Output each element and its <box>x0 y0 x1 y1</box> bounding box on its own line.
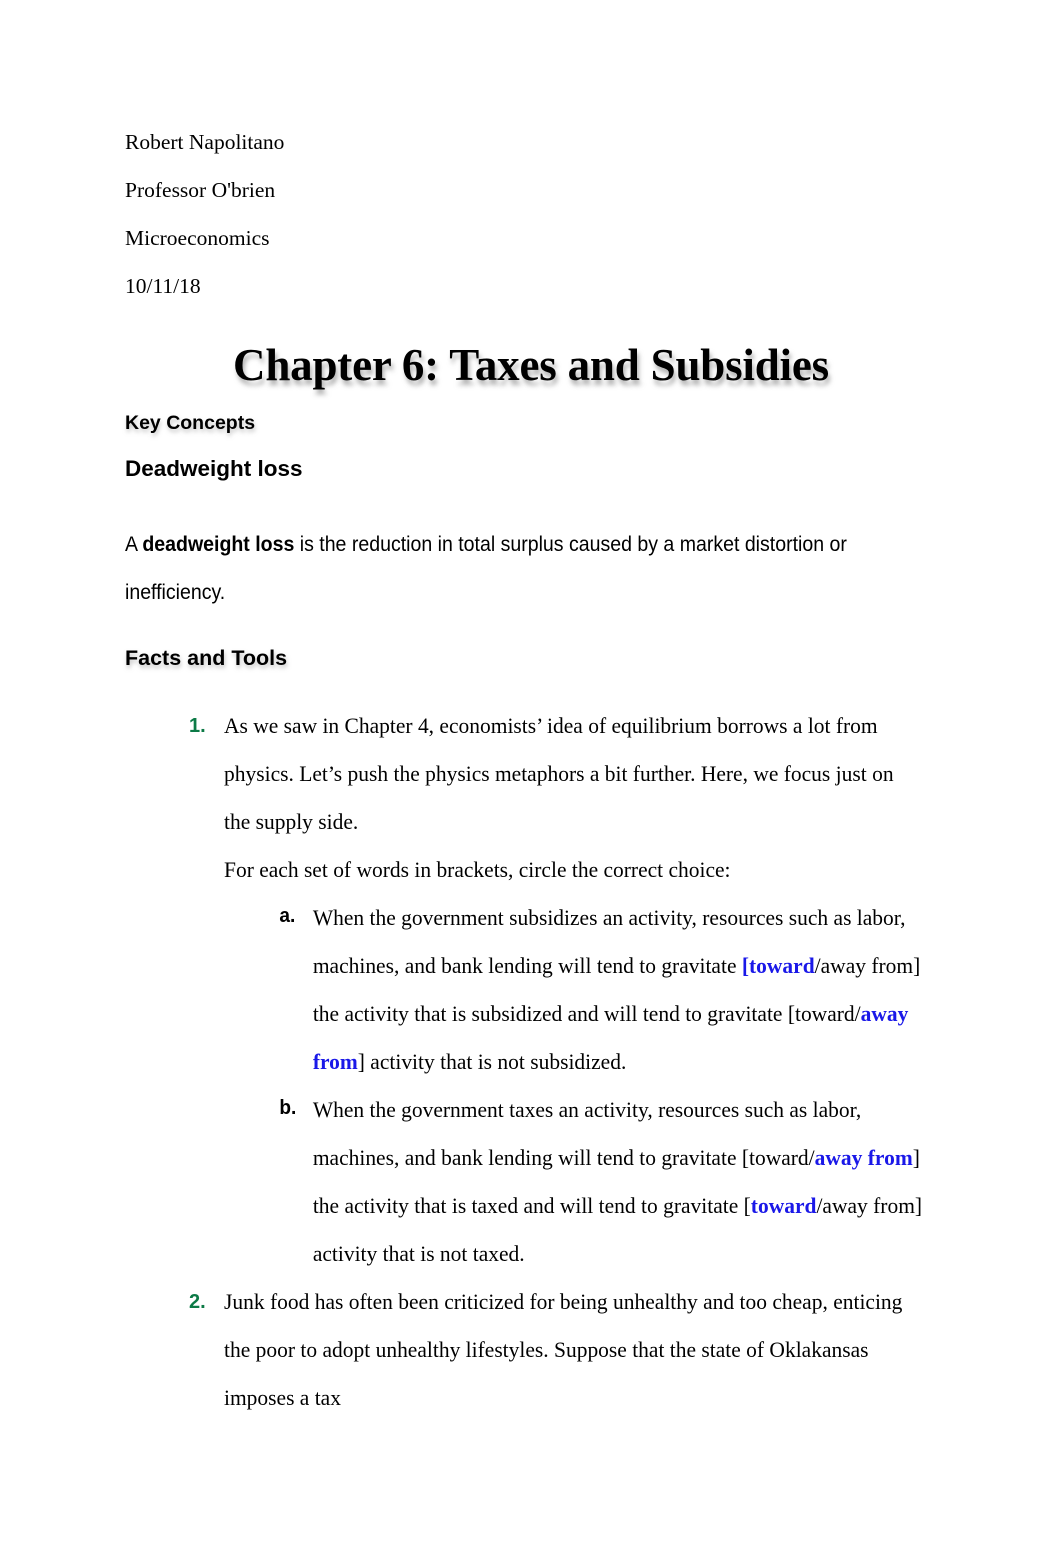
item-1a-segment-3: ] activity that is not subsidized. <box>357 1049 627 1074</box>
section-heading-key-concepts: Key Concepts <box>125 412 256 434</box>
item-1a-answer-toward: [toward <box>741 953 815 978</box>
header-line-date: 10/11/18 <box>125 274 201 298</box>
item-1b-segment-1: When the government taxes an activity, r… <box>312 1097 862 1170</box>
definition-term: deadweight loss <box>142 533 295 556</box>
list-item-1-sublist: a. When the government subsidizes an act… <box>224 894 922 1278</box>
list-item-1a-body: When the government subsidizes an activi… <box>313 894 948 1086</box>
list-item-1a: a. When the government subsidizes an act… <box>224 894 920 1086</box>
list-item-1-paragraph-2: For each set of words in brackets, circl… <box>224 857 731 882</box>
document-page: Robert Napolitano Professor O'brien Micr… <box>0 0 1062 1556</box>
list-item-2: 2. Junk food has often been criticized f… <box>0 1278 1062 1422</box>
list-item-2-paragraph-1: Junk food has often been criticized for … <box>224 1289 903 1410</box>
deadweight-loss-definition: A deadweight loss is the reduction in to… <box>125 521 897 617</box>
section-heading-facts-and-tools: Facts and Tools <box>125 646 288 670</box>
list-item-1-body: As we saw in Chapter 4, economists’ idea… <box>224 702 922 1278</box>
list-item-2-body: Junk food has often been criticized for … <box>224 1278 910 1422</box>
list-marker-2: 2. <box>189 1291 206 1313</box>
header-line-course: Microeconomics <box>125 226 270 250</box>
facts-and-tools-list: 1. As we saw in Chapter 4, economists’ i… <box>0 702 1062 1422</box>
list-item-1b: b. When the government taxes an activity… <box>224 1086 922 1278</box>
list-item-1-paragraph-1: As we saw in Chapter 4, economists’ idea… <box>224 713 894 834</box>
list-marker-1a: a. <box>279 905 296 927</box>
definition-text-pre: A <box>125 533 143 556</box>
header-line-author: Robert Napolitano <box>125 130 285 154</box>
list-item-1: 1. As we saw in Chapter 4, economists’ i… <box>0 702 1062 1278</box>
item-1b-answer-away-from: away from <box>814 1145 913 1170</box>
list-marker-1b: b. <box>279 1097 297 1119</box>
document-header-block: Robert Napolitano Professor O'brien Micr… <box>125 118 945 310</box>
list-item-1b-body: When the government taxes an activity, r… <box>313 1086 948 1278</box>
list-marker-1: 1. <box>189 715 206 737</box>
page-title: Chapter 6: Taxes and Subsidies <box>233 340 829 391</box>
subsection-heading-deadweight-loss: Deadweight loss <box>125 456 303 481</box>
header-line-professor: Professor O'brien <box>125 178 276 202</box>
item-1b-answer-toward: toward <box>750 1193 817 1218</box>
